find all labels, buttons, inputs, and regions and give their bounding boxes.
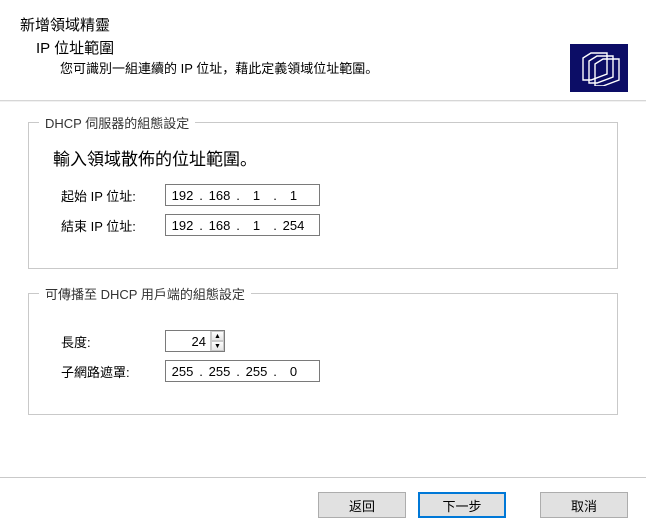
- length-spin-down[interactable]: ▼: [211, 341, 224, 351]
- length-spin-up[interactable]: ▲: [211, 331, 224, 341]
- wizard-window: 新增領域精靈 IP 位址範圍 您可識別一組連續的 IP 位址，藉此定義領域位址範…: [0, 0, 646, 532]
- length-label: 長度:: [53, 332, 165, 351]
- subnet-mask-input[interactable]: . . .: [165, 360, 320, 382]
- window-title: 新增領域精靈: [20, 14, 626, 35]
- dhcp-client-config-group: 可傳播至 DHCP 用戶端的組態設定 長度: ▲ ▼ 子網路遮罩:: [28, 293, 618, 415]
- length-spin-buttons: ▲ ▼: [210, 331, 224, 351]
- length-row: 長度: ▲ ▼: [53, 330, 593, 352]
- end-ip-octet-4[interactable]: [277, 218, 310, 233]
- mask-row: 子網路遮罩: . . .: [53, 360, 593, 382]
- header-sub: IP 位址範圍 您可識別一組連續的 IP 位址，藉此定義領域位址範圍。: [36, 37, 626, 77]
- length-stepper[interactable]: ▲ ▼: [165, 330, 225, 352]
- files-icon: [570, 44, 628, 92]
- page-description: 您可識別一組連續的 IP 位址，藉此定義領域位址範圍。: [60, 58, 626, 77]
- start-ip-input[interactable]: . . .: [165, 184, 320, 206]
- group1-instruction: 輸入領域散佈的位址範圍。: [53, 145, 593, 170]
- end-ip-octet-1[interactable]: [166, 218, 199, 233]
- wizard-footer: 返回 下一步 取消: [0, 477, 646, 532]
- start-ip-row: 起始 IP 位址: . . .: [53, 184, 593, 206]
- dhcp-server-config-group: DHCP 伺服器的組態設定 輸入領域散佈的位址範圍。 起始 IP 位址: . .…: [28, 122, 618, 269]
- button-gap: [518, 492, 528, 518]
- start-ip-octet-4[interactable]: [277, 188, 310, 203]
- group2-legend: 可傳播至 DHCP 用戶端的組態設定: [39, 284, 251, 303]
- wizard-header: 新增領域精靈 IP 位址範圍 您可識別一組連續的 IP 位址，藉此定義領域位址範…: [0, 0, 646, 100]
- mask-octet-3[interactable]: [240, 364, 273, 379]
- back-button[interactable]: 返回: [318, 492, 406, 518]
- mask-octet-2[interactable]: [203, 364, 236, 379]
- start-ip-octet-3[interactable]: [240, 188, 273, 203]
- cancel-button[interactable]: 取消: [540, 492, 628, 518]
- wizard-body: DHCP 伺服器的組態設定 輸入領域散佈的位址範圍。 起始 IP 位址: . .…: [0, 102, 646, 449]
- mask-label: 子網路遮罩:: [53, 362, 165, 381]
- mask-octet-1[interactable]: [166, 364, 199, 379]
- length-input[interactable]: [166, 331, 210, 351]
- next-button[interactable]: 下一步: [418, 492, 506, 518]
- start-ip-octet-1[interactable]: [166, 188, 199, 203]
- start-ip-label: 起始 IP 位址:: [53, 186, 165, 205]
- group1-legend: DHCP 伺服器的組態設定: [39, 113, 195, 132]
- end-ip-octet-2[interactable]: [203, 218, 236, 233]
- page-subtitle: IP 位址範圍: [36, 40, 114, 57]
- end-ip-row: 結束 IP 位址: . . .: [53, 214, 593, 236]
- end-ip-label: 結束 IP 位址:: [53, 216, 165, 235]
- start-ip-octet-2[interactable]: [203, 188, 236, 203]
- end-ip-input[interactable]: . . .: [165, 214, 320, 236]
- end-ip-octet-3[interactable]: [240, 218, 273, 233]
- mask-octet-4[interactable]: [277, 364, 310, 379]
